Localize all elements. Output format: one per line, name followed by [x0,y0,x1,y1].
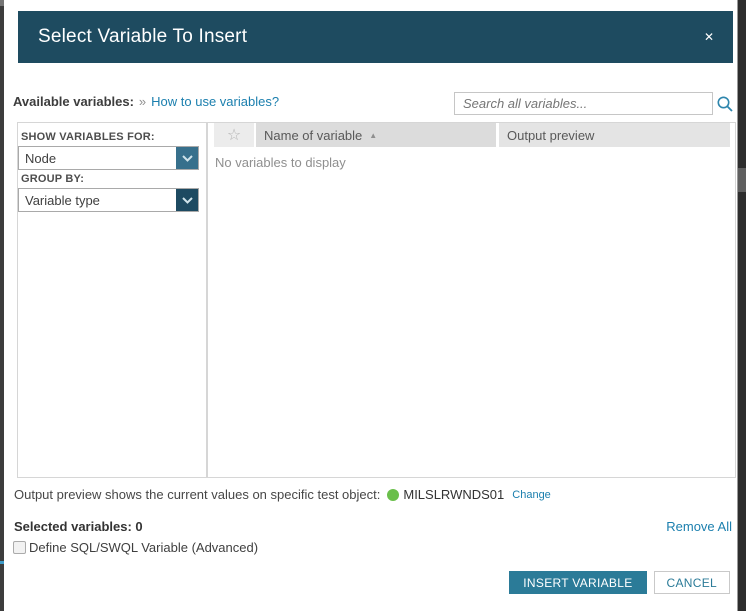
advanced-checkbox-row: Define SQL/SWQL Variable (Advanced) [13,540,258,555]
column-header-name-of-variable[interactable]: Name of variable ▲ [256,123,496,147]
search-input[interactable] [454,92,713,115]
define-sql-swql-label: Define SQL/SWQL Variable (Advanced) [29,540,259,555]
search-area [454,92,734,115]
available-variables-row: Available variables: » How to use variab… [13,94,279,109]
background-page-right-edge-segment [738,168,746,192]
define-sql-swql-checkbox[interactable] [13,541,26,554]
insert-variable-button[interactable]: INSERT VARIABLE [509,571,647,594]
background-page-left-accent [0,561,4,564]
show-variables-for-label: SHOW VARIABLES FOR: [21,131,155,143]
column-header-output-preview[interactable]: Output preview [499,123,730,147]
change-test-object-link[interactable]: Change [512,489,551,501]
cancel-button[interactable]: CANCEL [653,571,730,594]
favorite-column-header[interactable]: ☆ [214,123,254,147]
group-by-select[interactable]: Variable type [18,188,199,212]
background-page-left-edge [0,0,4,611]
search-icon[interactable] [716,95,734,113]
column-label: Output preview [507,127,595,143]
how-to-use-variables-link[interactable]: How to use variables? [151,94,279,109]
empty-table-message: No variables to display [215,155,346,170]
filter-panel: SHOW VARIABLES FOR: Node GROUP BY: Varia… [17,122,207,478]
group-by-value: Variable type [25,192,100,208]
output-preview-row: Output preview shows the current values … [14,487,551,502]
background-page-right-edge [737,0,746,611]
guillemet-icon: » [138,94,147,109]
remove-all-link[interactable]: Remove All [666,519,732,534]
selected-variables-label: Selected variables: 0 [14,519,143,534]
dialog-header: Select Variable To Insert ✕ [18,11,733,63]
test-object-name: MILSLRWNDS01 [403,487,505,502]
background-page-left-edge-top [0,0,4,6]
show-variables-for-select[interactable]: Node [18,146,199,170]
show-variables-for-value: Node [25,150,57,166]
dialog-title: Select Variable To Insert [38,26,248,47]
chevron-down-icon[interactable] [176,147,198,169]
output-preview-text: Output preview shows the current values … [14,487,381,502]
star-icon: ☆ [226,127,242,144]
status-up-icon [387,488,400,501]
close-icon[interactable]: ✕ [704,31,714,43]
sort-ascending-icon: ▲ [369,130,378,140]
column-label: Name of variable [264,127,363,143]
variables-table-panel: ☆ Name of variable ▲ Output preview No v… [207,122,736,478]
table-header: ☆ Name of variable ▲ Output preview [214,123,730,147]
available-variables-label: Available variables: [13,94,134,109]
group-by-label: GROUP BY: [21,173,85,185]
dialog-actions: INSERT VARIABLE CANCEL [509,571,730,594]
chevron-down-icon[interactable] [176,189,198,211]
